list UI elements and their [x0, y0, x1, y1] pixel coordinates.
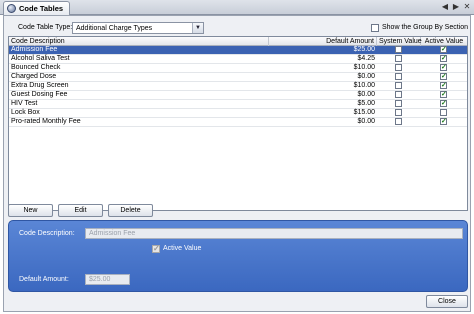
code-tables-window: Code Table Type: Additional Charge Types…: [3, 15, 471, 312]
cell-description: Lock Box: [11, 109, 40, 116]
system-value-checkbox[interactable]: [395, 46, 402, 53]
table-row[interactable]: Alcohol Saliva Test $4.25: [9, 54, 467, 64]
default-amount-field[interactable]: $25.00: [85, 274, 130, 285]
active-value-checkbox[interactable]: [440, 99, 447, 107]
show-group-label: Show the Group By Section: [382, 24, 468, 31]
code-table-type-value: Additional Charge Types: [76, 25, 153, 32]
cell-description: Guest Dosing Fee: [11, 91, 68, 98]
cell-amount: $4.25: [357, 55, 375, 62]
active-value-checkbox[interactable]: [440, 45, 447, 53]
cell-description: Admission Fee: [11, 46, 58, 53]
chevron-down-icon[interactable]: ▼: [192, 23, 203, 33]
show-group-checkbox[interactable]: [371, 24, 379, 32]
code-description-label: Code Description:: [19, 230, 75, 237]
system-value-checkbox[interactable]: [395, 82, 402, 89]
delete-button[interactable]: Delete: [108, 204, 153, 217]
active-value-checkbox[interactable]: [440, 63, 447, 71]
system-value-checkbox[interactable]: [395, 91, 402, 98]
tab-title: Code Tables: [19, 4, 64, 13]
edit-button[interactable]: Edit: [58, 204, 103, 217]
code-description-field[interactable]: Admission Fee: [85, 228, 463, 239]
system-value-checkbox[interactable]: [395, 109, 402, 116]
tab-bar: Code Tables ◀ ▶ ✕: [0, 0, 474, 15]
new-button[interactable]: New: [8, 204, 53, 217]
system-value-checkbox[interactable]: [395, 64, 402, 71]
detail-panel: Code Description: Admission Fee Active V…: [8, 220, 468, 292]
active-value-label: Active Value: [163, 245, 202, 252]
cell-amount: $0.00: [357, 118, 375, 125]
active-value-checkbox[interactable]: [440, 90, 447, 98]
active-value-checkbox[interactable]: [440, 54, 447, 62]
system-value-checkbox[interactable]: [395, 100, 402, 107]
header-code-description[interactable]: Code Description: [9, 37, 269, 46]
code-table-type-select[interactable]: Additional Charge Types ▼: [72, 22, 204, 34]
cell-amount: $10.00: [353, 82, 375, 89]
grid-header: Code Description Default Amount System V…: [9, 37, 467, 46]
table-row[interactable]: Admission Fee $25.00: [9, 45, 467, 55]
app-globe-icon: [7, 4, 16, 13]
cell-amount: $25.00: [353, 46, 375, 53]
cell-description: Charged Dose: [11, 73, 57, 80]
default-amount-label: Default Amount:: [19, 276, 69, 283]
system-value-checkbox[interactable]: [395, 55, 402, 62]
scroll-left-icon[interactable]: ◀: [440, 2, 450, 12]
table-row[interactable]: HIV Test $5.00: [9, 99, 467, 109]
cell-amount: $0.00: [357, 91, 375, 98]
active-value-checkbox[interactable]: [440, 117, 447, 125]
cell-description: Alcohol Saliva Test: [11, 55, 70, 62]
active-value-checkbox-detail[interactable]: [152, 244, 160, 253]
cell-description: HIV Test: [11, 100, 38, 107]
table-row[interactable]: Pro-rated Monthly Fee $0.00: [9, 117, 467, 127]
scroll-right-icon[interactable]: ▶: [451, 2, 461, 12]
header-system-value[interactable]: System Value: [377, 37, 422, 46]
code-table-grid[interactable]: Code Description Default Amount System V…: [8, 36, 468, 211]
cell-amount: $15.00: [353, 109, 375, 116]
system-value-checkbox[interactable]: [395, 118, 402, 125]
close-button[interactable]: Close: [426, 295, 468, 308]
cell-description: Pro-rated Monthly Fee: [11, 118, 81, 125]
active-value-checkbox[interactable]: [440, 72, 447, 80]
table-row[interactable]: Lock Box $15.00: [9, 109, 467, 118]
cell-amount: $5.00: [357, 100, 375, 107]
cell-amount: $10.00: [353, 64, 375, 71]
active-value-checkbox[interactable]: [440, 109, 447, 116]
cell-description: Bounced Check: [11, 64, 61, 71]
table-row[interactable]: Charged Dose $0.00: [9, 72, 467, 82]
system-value-checkbox[interactable]: [395, 73, 402, 80]
close-tab-icon[interactable]: ✕: [462, 2, 472, 12]
cell-amount: $0.00: [357, 73, 375, 80]
header-default-amount[interactable]: Default Amount: [269, 37, 377, 46]
code-table-type-label: Code Table Type:: [18, 24, 73, 31]
table-row[interactable]: Guest Dosing Fee $0.00: [9, 90, 467, 100]
active-value-checkbox[interactable]: [440, 81, 447, 89]
tab-code-tables[interactable]: Code Tables: [3, 1, 70, 15]
table-row[interactable]: Bounced Check $10.00: [9, 63, 467, 73]
cell-description: Extra Drug Screen: [11, 82, 69, 89]
table-row[interactable]: Extra Drug Screen $10.00: [9, 81, 467, 91]
